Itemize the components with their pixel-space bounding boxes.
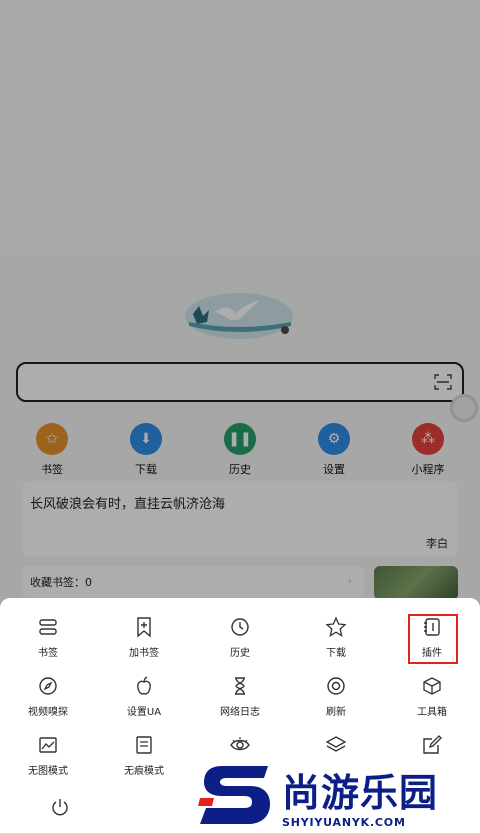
clock-icon (231, 618, 249, 636)
document-icon (136, 736, 152, 754)
menu-item-label: 无图模式 (28, 766, 68, 777)
menu-item-add-bookmark[interactable]: 加书签 (96, 616, 192, 672)
menu-item-label: 设置UA (126, 707, 162, 718)
refresh-circle-icon (327, 677, 345, 695)
power-icon (52, 799, 68, 816)
menu-item-incognito-mode[interactable]: 无痕模式 (96, 734, 192, 790)
image-off-icon (39, 737, 57, 753)
menu-item-bookmarks[interactable]: 书签 (0, 616, 96, 672)
compass-icon (39, 677, 57, 695)
menu-item-history[interactable]: 历史 (192, 616, 288, 672)
bookmark-list-icon (39, 619, 57, 635)
menu-item-label: 无痕模式 (124, 766, 164, 777)
eye-icon (230, 737, 250, 751)
menu-item-label: 刷新 (326, 707, 346, 718)
menu-item-label: 书签 (38, 648, 58, 659)
watermark-title: 尚游乐园 (282, 771, 439, 815)
apple-icon (137, 676, 151, 695)
toolbox-icon (423, 677, 441, 695)
menu-item-label: 历史 (230, 648, 250, 659)
menu-item-set-ua[interactable]: 设置UA (96, 675, 192, 731)
menu-item-label: 下载 (326, 648, 346, 659)
menu-item-label: 网络日志 (220, 707, 260, 718)
menu-item-toolbox[interactable]: 工具箱 (384, 675, 480, 731)
menu-item-label: 视频嗅探 (28, 707, 68, 718)
edit-icon (423, 735, 442, 754)
plugin-highlight-box (408, 614, 458, 664)
menu-item-network-log[interactable]: 网络日志 (192, 675, 288, 731)
menu-item-refresh[interactable]: 刷新 (288, 675, 384, 731)
menu-item-exit[interactable] (12, 796, 108, 826)
watermark-logo-icon (198, 766, 270, 824)
layers-icon (325, 736, 347, 752)
hourglass-icon (235, 677, 245, 695)
menu-item-label: 工具箱 (417, 707, 447, 718)
add-bookmark-icon (137, 617, 151, 638)
menu-item-no-image-mode[interactable]: 无图模式 (0, 734, 96, 790)
menu-item-video-sniff[interactable]: 视频嗅探 (0, 675, 96, 731)
menu-item-download[interactable]: 下载 (288, 616, 384, 672)
star-outline-icon (325, 616, 347, 637)
site-watermark: 尚游乐园 SHYIYUANYK.COM (198, 760, 480, 833)
menu-item-label: 加书签 (129, 648, 159, 659)
watermark-subtitle: SHYIYUANYK.COM (282, 816, 406, 829)
